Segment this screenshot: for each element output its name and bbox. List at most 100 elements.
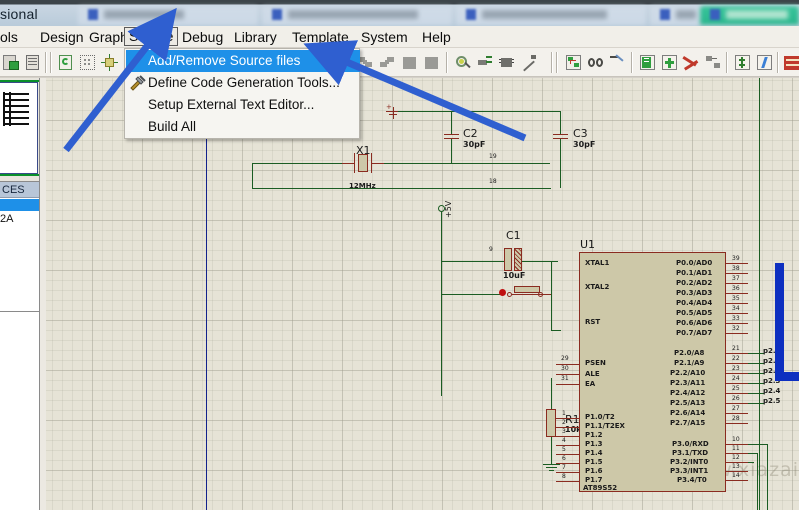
menu-library[interactable]: Library [230,28,281,46]
u1-pin-num: 38 [732,265,740,272]
label-X1-value: 12MHz [349,182,376,190]
u1-pin-num: 25 [732,385,740,392]
application-window: sional ols Design Graph Source Debug Lib… [0,0,799,510]
add-sheet-icon[interactable] [659,52,680,73]
devices-panel[interactable]: CES 2A [0,182,40,312]
tab-title-blur [726,10,788,19]
u1-pin-label: P2.6/A14 [670,409,706,417]
menu-system[interactable]: System [357,28,412,46]
toolbar-separator [726,52,728,73]
wire-junction-dot [499,289,506,296]
u1-pin-label: P1.0/T2 [585,413,615,421]
label-C3-ref: C3 [573,127,588,140]
u1-pin-num: 11 [732,445,740,452]
pin-icon[interactable] [518,52,539,73]
u1-pin-num: 37 [732,275,740,282]
zoom-fit-icon[interactable] [421,52,442,73]
u1-pin-num: 14 [732,472,740,479]
u1-pin-num: 30 [561,365,569,372]
origin-icon[interactable] [99,52,120,73]
toolbar-separator [50,52,52,73]
u1-pin-num: 31 [561,375,569,382]
u1-pin-label: XTAL2 [585,283,610,291]
menu-item-add-remove-source-files[interactable]: Add/Remove Source files [126,50,360,72]
terminal-icon[interactable] [496,52,517,73]
new-project-icon[interactable] [0,52,21,73]
tab-favicon [88,9,98,20]
open-file-icon[interactable] [22,52,43,73]
menu-help[interactable]: Help [418,28,455,46]
hierarchy-icon[interactable] [703,52,724,73]
bus-segment[interactable] [775,263,784,381]
menu-item-setup-external-text-editor[interactable]: Setup External Text Editor... [126,94,360,116]
u1-pin-num: 35 [732,295,740,302]
menu-source[interactable]: Source [124,27,179,46]
u1-pin-label: P3.0/RXD [672,440,709,448]
tab-favicon [660,9,670,20]
property-assign-icon[interactable] [607,52,628,73]
menu-item-label: Build All [148,119,197,134]
tab-favicon [466,9,476,20]
devices-panel-header: CES [0,182,39,198]
remove-sheet-icon[interactable] [681,52,702,73]
component-icon[interactable] [452,52,473,73]
u1-pin-num: 23 [732,365,740,372]
bus-segment[interactable] [775,372,799,381]
label-C1-value: 10uF [503,271,526,280]
junction-icon[interactable] [474,52,495,73]
menu-item-build-all[interactable]: Build All [126,116,360,138]
u1-pin-num: 39 [732,255,740,262]
toolbar-separator [556,52,558,73]
tab-title-blur [104,10,184,19]
u1-pin-label: P1.4 [585,449,603,457]
cost-icon[interactable] [732,52,753,73]
u1-pin-label: P0.3/AD3 [676,289,713,297]
u1-pin-num: 29 [561,355,569,362]
pin-num-9: 9 [489,246,493,253]
source-dropdown-menu[interactable]: Add/Remove Source files Define Code Gene… [124,48,360,139]
u1-pin-label: P2.1/A9 [674,359,705,367]
grid-icon[interactable] [77,52,98,73]
u1-pin-label: P2.3/A11 [670,379,706,387]
u1-pin-label: P2.2/A10 [670,369,706,377]
tools-icon [129,75,146,92]
preview-thumbnail [0,82,38,174]
browser-tab-strip: sional [0,0,799,26]
energy-icon[interactable] [754,52,775,73]
schematic-canvas[interactable]: www.xiazaiba.com + C2 30pF C3 30pF X1 [46,78,799,510]
menu-tools[interactable]: ols [0,28,22,46]
u1-pin-label: P0.4/AD4 [676,299,713,307]
u1-pin-num: 6 [562,455,566,462]
u1-pin-label: P0.5/AD5 [676,309,713,317]
menu-design[interactable]: Design [36,28,88,46]
refresh-icon[interactable] [55,52,76,73]
u1-pin-num: 33 [732,315,740,322]
menu-item-define-code-generation-tools[interactable]: Define Code Generation Tools... [126,72,360,94]
menu-template[interactable]: Template [288,28,353,46]
window-title: sional [0,6,38,22]
ares-icon[interactable] [783,52,799,73]
u1-pin-label: P1.5 [585,458,603,466]
zoom-out-icon[interactable] [377,52,398,73]
label-U1-part: AT89S52 [583,484,618,492]
u1-pin-num: 2 [562,419,566,426]
tab-title-blur [482,10,607,19]
bill-of-materials-icon[interactable] [637,52,658,73]
toolbar-separator [777,52,779,73]
u1-pin-label: ALE [585,370,600,378]
u1-pin-num: 5 [562,446,566,453]
devices-panel-body[interactable] [0,312,40,510]
netlist-icon[interactable] [563,52,584,73]
preview-panel[interactable] [0,78,40,182]
menu-debug[interactable]: Debug [178,28,227,46]
u1-pin-num: 12 [732,454,740,461]
label-C2-value: 30pF [463,140,486,149]
device-list-item-selected[interactable] [0,199,39,211]
u1-pin-num: 22 [732,355,740,362]
page-boundary-line [759,78,760,510]
u1-pin-num: 10 [732,436,740,443]
find-icon[interactable] [585,52,606,73]
device-list-item[interactable]: 2A [0,213,39,225]
zoom-area-icon[interactable] [399,52,420,73]
u1-pin-label: RST [585,318,601,326]
